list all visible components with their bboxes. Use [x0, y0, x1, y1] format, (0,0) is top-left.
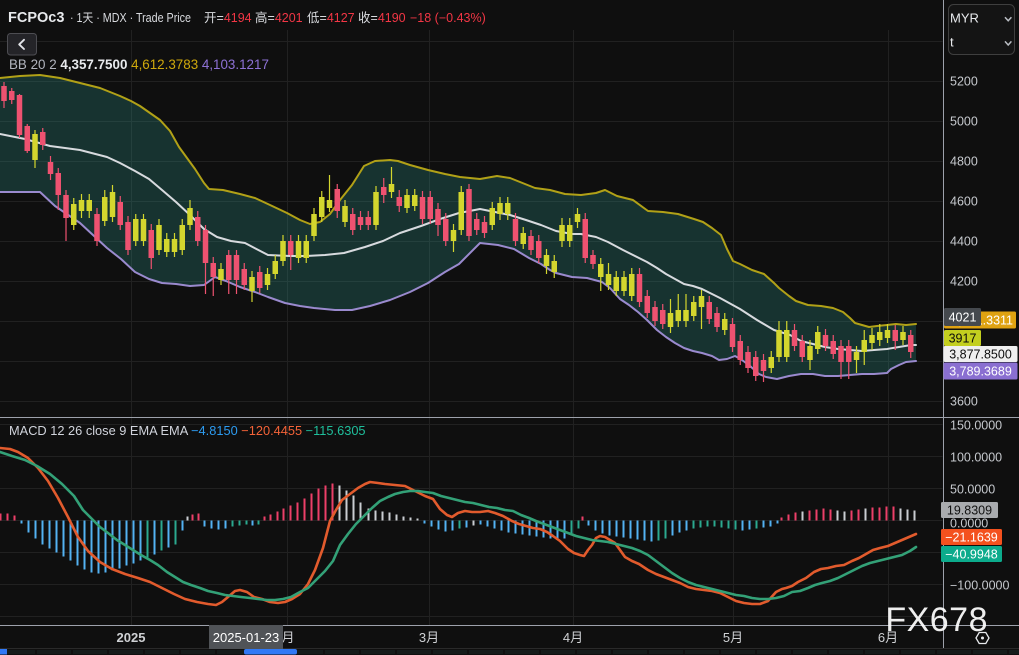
svg-text:· 1天 · MDX · Trade Price: · 1天 · MDX · Trade Price [70, 11, 191, 25]
svg-text:−18 (−0.43%): −18 (−0.43%) [410, 11, 486, 25]
svg-text:5月: 5月 [723, 630, 743, 645]
svg-text:BB 20 2 4,357.7500 4,612.3783: BB 20 2 4,357.7500 4,612.3783 4,103.1217 [9, 57, 269, 72]
svg-text:3月: 3月 [419, 630, 439, 645]
svg-text:0.0000: 0.0000 [950, 517, 988, 531]
svg-text:3917: 3917 [949, 332, 977, 346]
svg-text:月: 月 [281, 630, 294, 645]
svg-text:5200: 5200 [950, 75, 978, 89]
svg-text:4月: 4月 [563, 630, 583, 645]
svg-text:MYR: MYR [950, 11, 979, 26]
svg-text:FX678: FX678 [885, 601, 988, 639]
svg-text:MACD 12 26 close 9 EMA EMA −4: MACD 12 26 close 9 EMA EMA −4.8150 −120.… [9, 423, 366, 438]
svg-text:2025: 2025 [117, 630, 146, 645]
svg-text:t: t [950, 35, 954, 50]
svg-text:−100.0000: −100.0000 [950, 579, 1009, 593]
svg-text:−21.1639: −21.1639 [945, 531, 998, 545]
svg-text:3,877.8500: 3,877.8500 [949, 348, 1012, 362]
svg-text:50.0000: 50.0000 [950, 483, 995, 497]
svg-text:2025-01-23: 2025-01-23 [213, 630, 280, 645]
svg-text:5000: 5000 [950, 115, 978, 129]
svg-text:3600: 3600 [950, 395, 978, 409]
svg-text:收=4190: 收=4190 [358, 11, 406, 25]
svg-text:4021: 4021 [949, 311, 977, 325]
svg-text:4800: 4800 [950, 155, 978, 169]
svg-text:低=4127: 低=4127 [307, 11, 355, 25]
svg-text:高=4201: 高=4201 [255, 10, 303, 25]
svg-text:4600: 4600 [950, 195, 978, 209]
svg-text:3,789.3689: 3,789.3689 [949, 365, 1012, 379]
svg-text:4400: 4400 [950, 235, 978, 249]
svg-text:开=4194: 开=4194 [204, 11, 252, 25]
svg-text:4200: 4200 [950, 275, 978, 289]
svg-text:−40.9948: −40.9948 [945, 548, 998, 562]
svg-text:FCPOc3: FCPOc3 [8, 10, 64, 26]
svg-text:19.8309: 19.8309 [947, 504, 992, 518]
svg-text:100.0000: 100.0000 [950, 451, 1002, 465]
svg-text:150.0000: 150.0000 [950, 419, 1002, 433]
